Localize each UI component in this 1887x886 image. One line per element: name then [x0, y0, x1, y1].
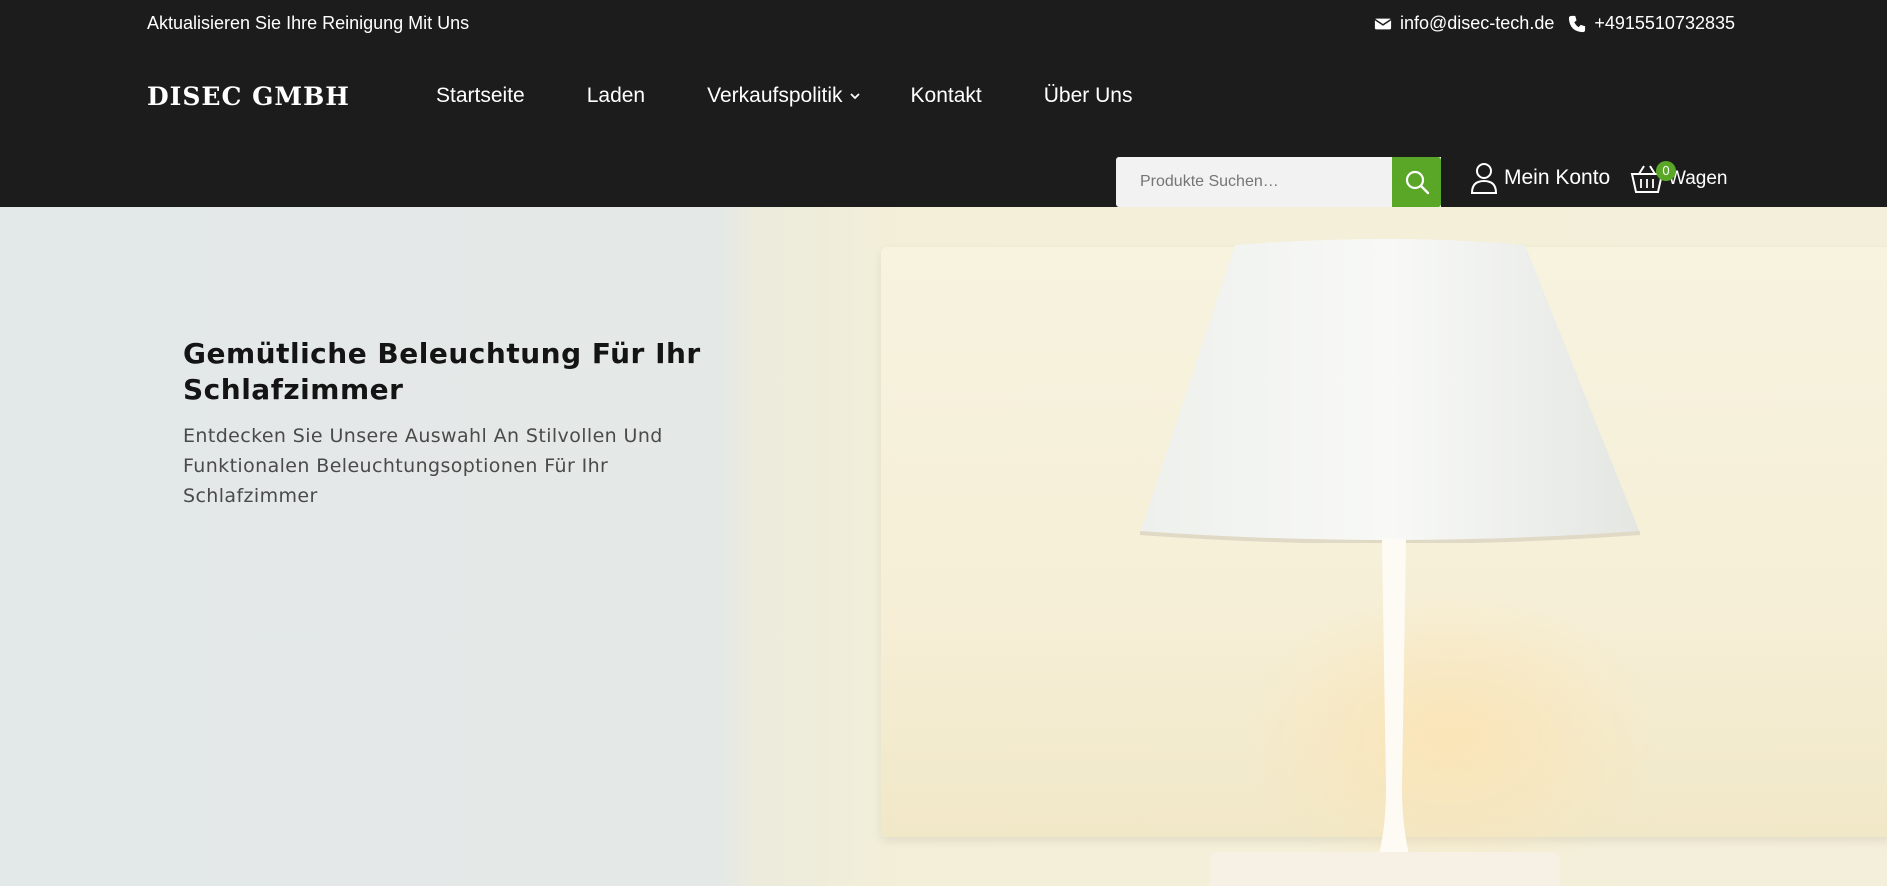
chevron-down-icon — [849, 93, 860, 100]
menu-item-laden[interactable]: Laden — [587, 84, 645, 108]
topbar-tagline: Aktualisieren Sie Ihre Reinigung Mit Uns — [147, 13, 470, 33]
hero-subtitle: Entdecken Sie Unsere Auswahl An Stilvoll… — [183, 425, 663, 507]
main-menu: Startseite Laden Verkaufspolitik Kontakt… — [436, 84, 1194, 108]
search-icon — [1405, 170, 1429, 195]
phone-icon — [1569, 15, 1586, 32]
account-label: Mein Konto — [1504, 166, 1611, 189]
lamp-glow — [1240, 587, 1660, 886]
lamp-base-image — [1210, 852, 1560, 886]
cart-link[interactable]: 0 Wagen — [1630, 161, 1728, 194]
account-link[interactable]: Mein Konto — [1470, 162, 1610, 194]
menu-item-startseite[interactable]: Startseite — [436, 84, 525, 108]
lampshade-image — [1140, 239, 1640, 543]
menu-item-verkaufspolitik[interactable]: Verkaufspolitik — [707, 84, 860, 108]
site-logo[interactable]: DISEC GMBH — [147, 82, 350, 111]
cart-count-badge: 0 — [1656, 161, 1676, 181]
menu-item-kontakt[interactable]: Kontakt — [911, 84, 982, 108]
menu-item-ueber-uns[interactable]: Über Uns — [1044, 84, 1133, 108]
topbar-contact: info@disec-tech.de +4915510732835 — [1374, 13, 1735, 34]
lamp-stem-image — [1372, 539, 1416, 879]
envelope-icon — [1374, 18, 1392, 29]
cart-label: Wagen — [1668, 168, 1728, 189]
search-button[interactable] — [1392, 157, 1441, 207]
phone-link[interactable]: +4915510732835 — [1594, 13, 1735, 34]
user-icon — [1470, 163, 1498, 194]
hero-banner: Gemütliche Beleuchtung Für Ihr Schlafzim… — [0, 207, 1887, 886]
main-header: DISEC GMBH Startseite Laden Verkaufspoli… — [0, 46, 1887, 207]
top-bar: Aktualisieren Sie Ihre Reinigung Mit Uns… — [0, 0, 1887, 46]
email-link[interactable]: info@disec-tech.de — [1400, 13, 1554, 34]
hero-title: Gemütliche Beleuchtung Für Ihr Schlafzim… — [183, 337, 701, 406]
menu-item-verkaufspolitik-label: Verkaufspolitik — [707, 84, 843, 107]
